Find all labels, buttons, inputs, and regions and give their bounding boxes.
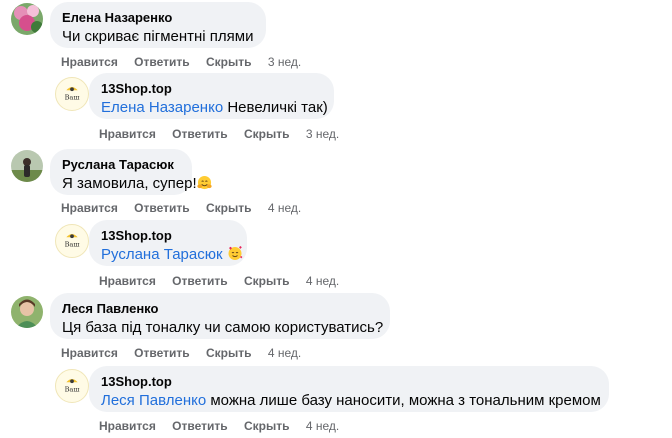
like-button[interactable]: Нравится [99, 274, 156, 288]
comment-author[interactable]: Елена Назаренко [62, 10, 254, 26]
hide-button[interactable]: Скрыть [206, 346, 252, 360]
mention-link[interactable]: Елена Назаренко [101, 99, 223, 116]
comment-author[interactable]: Руслана Тарасюк [62, 157, 180, 173]
svg-text:Ваш: Ваш [65, 241, 80, 249]
comment-timestamp[interactable]: 4 нед. [268, 201, 301, 215]
avatar[interactable] [11, 296, 43, 328]
reply-button[interactable]: Ответить [172, 419, 227, 433]
comment-actions: Нравится Ответить Скрыть 4 нед. [61, 346, 301, 360]
comment-actions: Нравится Ответить Скрыть 3 нед. [61, 55, 301, 69]
like-button[interactable]: Нравится [61, 201, 118, 215]
reply-button[interactable]: Ответить [134, 55, 189, 69]
comment-timestamp[interactable]: 4 нед. [268, 346, 301, 360]
reply-timestamp[interactable]: 4 нед. [306, 274, 339, 288]
like-button[interactable]: Нравится [61, 346, 118, 360]
reply-timestamp[interactable]: 3 нед. [306, 127, 339, 141]
reply-button[interactable]: Ответить [134, 346, 189, 360]
reply-actions: Нравится Ответить Скрыть 4 нед. [99, 419, 339, 433]
reply-text: Леся Павленко можна лише базу наносити, … [101, 391, 601, 411]
comment-bubble: Елена Назаренко Чи скриває пігментні пля… [50, 2, 266, 48]
reply-bubble: 13Shop.top Руслана Тарасюк [89, 220, 247, 266]
like-button[interactable]: Нравится [61, 55, 118, 69]
reply-button[interactable]: Ответить [172, 274, 227, 288]
hide-button[interactable]: Скрыть [244, 419, 290, 433]
reply-author[interactable]: 13Shop.top [101, 228, 235, 244]
avatar[interactable] [11, 3, 43, 35]
reply-text: Руслана Тарасюк [101, 245, 243, 267]
reply-message: Невеличкі так) [223, 99, 328, 116]
reply-button[interactable]: Ответить [134, 201, 189, 215]
avatar[interactable] [11, 150, 43, 182]
hide-button[interactable]: Скрыть [244, 274, 290, 288]
reply-bubble: 13Shop.top Леся Павленко можна лише базу… [89, 366, 609, 412]
comment-text: Ця база під тоналку чи самою користувати… [62, 319, 384, 336]
like-button[interactable]: Нравится [99, 127, 156, 141]
shop-avatar[interactable]: Ваш [55, 77, 89, 111]
svg-text:Ваш: Ваш [65, 386, 80, 394]
comment-author[interactable]: Леся Павленко [62, 301, 378, 317]
mention-link[interactable]: Руслана Тарасюк [101, 246, 223, 263]
reply-actions: Нравится Ответить Скрыть 4 нед. [99, 274, 339, 288]
comment-actions: Нравится Ответить Скрыть 4 нед. [61, 201, 301, 215]
reply-actions: Нравится Ответить Скрыть 3 нед. [99, 127, 339, 141]
comment-text: Чи скриває пігментні плями [62, 28, 254, 45]
smiling-face-with-hearts-icon [227, 245, 243, 267]
reply-timestamp[interactable]: 4 нед. [306, 419, 339, 433]
reply-bubble: 13Shop.top Елена Назаренко Невеличкі так… [89, 73, 334, 119]
like-button[interactable]: Нравится [99, 419, 156, 433]
reply-button[interactable]: Ответить [172, 127, 227, 141]
hide-button[interactable]: Скрыть [206, 201, 252, 215]
comment-bubble: Леся Павленко Ця база під тоналку чи сам… [50, 293, 390, 339]
reply-author[interactable]: 13Shop.top [101, 374, 597, 390]
mention-link[interactable]: Леся Павленко [101, 392, 206, 409]
svg-text:Ваш: Ваш [65, 94, 80, 102]
comment-bubble: Руслана Тарасюк Я замовила, супер! [50, 149, 212, 196]
shop-avatar[interactable]: Ваш [55, 224, 89, 258]
hide-button[interactable]: Скрыть [206, 55, 252, 69]
reply-author[interactable]: 13Shop.top [101, 81, 322, 97]
hide-button[interactable]: Скрыть [244, 127, 290, 141]
reply-message: можна лише базу наносити, можна з тональ… [206, 392, 601, 409]
comment-text: Я замовила, супер! [62, 174, 212, 196]
reply-text: Елена Назаренко Невеличкі так) [101, 98, 328, 118]
comment-timestamp[interactable]: 3 нед. [268, 55, 301, 69]
hugging-face-icon [197, 175, 212, 196]
shop-avatar[interactable]: Ваш [55, 369, 89, 403]
